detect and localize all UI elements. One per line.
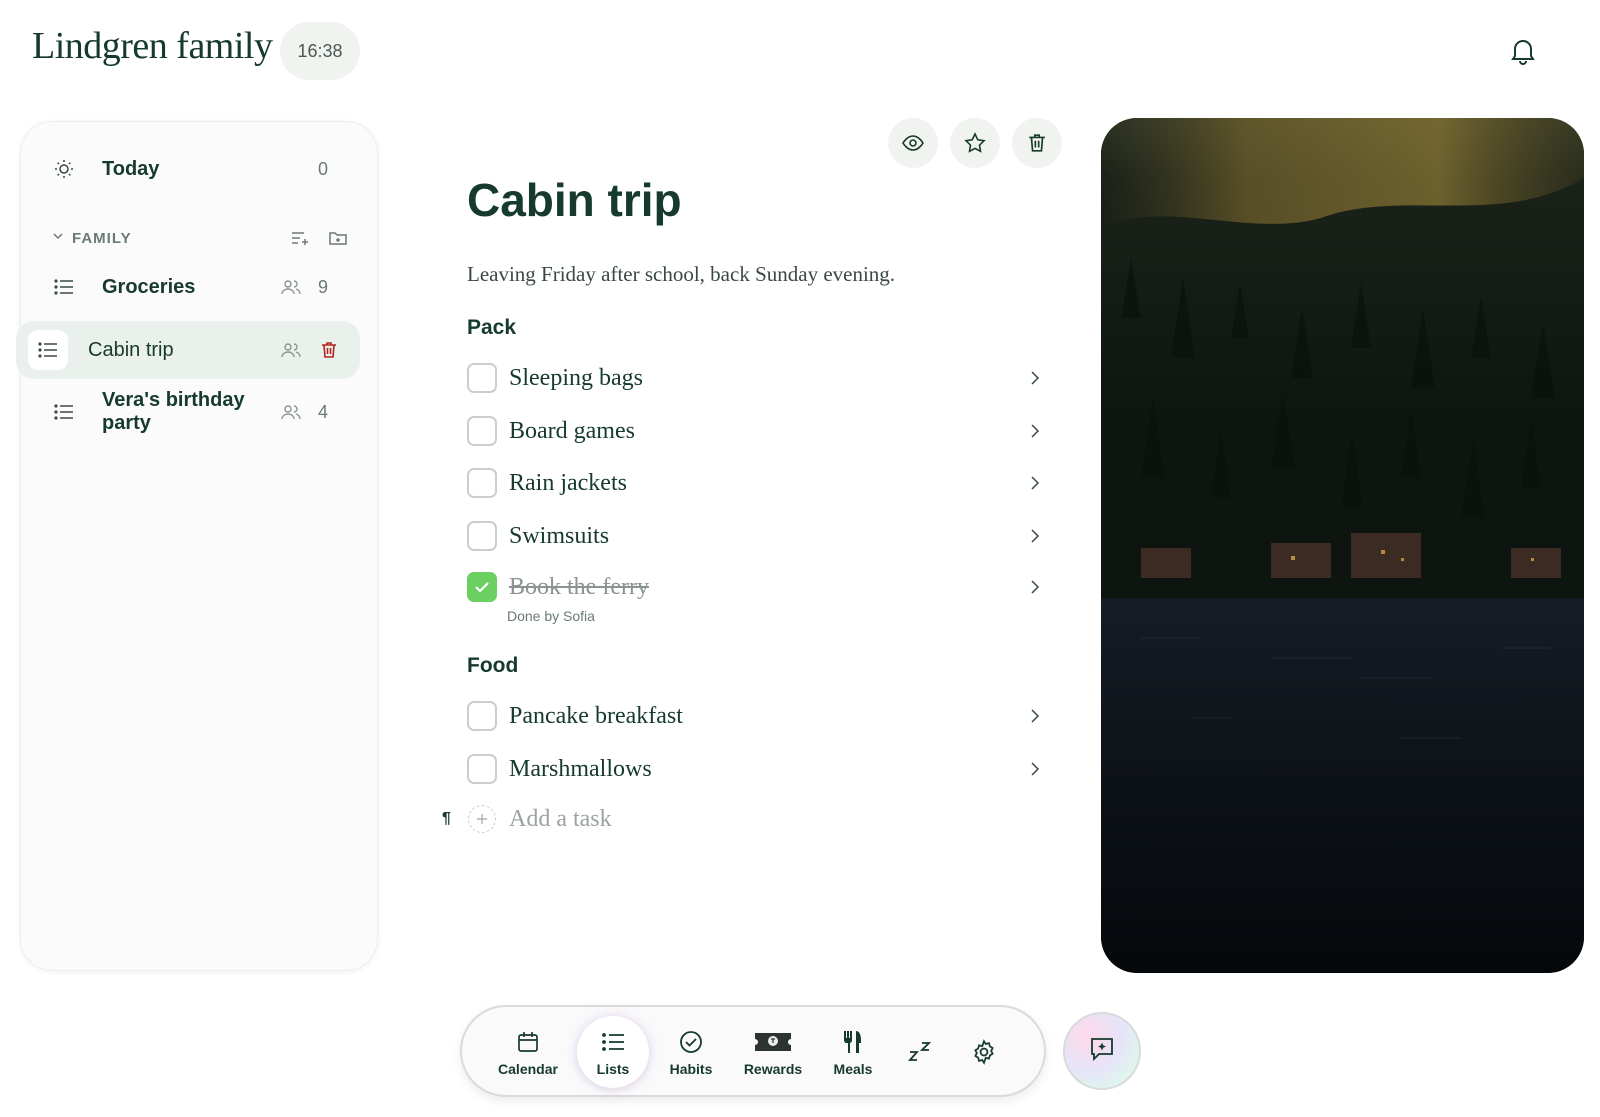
clock: 16:38 [280,22,360,80]
sleep-icon [905,1037,935,1067]
nav-label: Calendar [498,1061,558,1077]
task-item-done[interactable]: Book the ferry [467,565,1067,609]
gear-icon [969,1037,999,1067]
task-item[interactable]: Marshmallows [467,747,1067,791]
list-icon [28,330,68,370]
task-item[interactable]: Board games [467,409,1067,453]
chevron-right-icon[interactable] [1023,524,1047,548]
task-text[interactable]: Swimsuits [509,523,1023,550]
task-text[interactable]: Book the ferry [509,574,1023,601]
add-folder-icon[interactable] [324,225,352,251]
shared-users-icon [278,274,304,300]
task-text[interactable]: Board games [509,418,1023,445]
task-text[interactable]: Sleeping bags [509,365,1023,392]
task-checkbox[interactable] [467,521,497,551]
task-checkbox[interactable] [467,701,497,731]
assistant-button[interactable] [1063,1012,1141,1090]
cover-photo [1101,118,1584,973]
chevron-right-icon[interactable] [1023,419,1047,443]
sidebar-item-count: 9 [317,276,328,297]
nav-sleep[interactable] [898,1017,942,1087]
list-actions [888,118,1062,168]
sun-icon [46,151,82,187]
trash-icon[interactable] [1012,118,1062,168]
add-task-input[interactable]: Add a task [509,806,612,833]
nav-habits[interactable]: Habits [660,1017,722,1087]
sidebar-item-cabin-trip[interactable]: Cabin trip [16,321,360,379]
list-description[interactable]: Leaving Friday after school, back Sunday… [467,262,895,287]
task-item[interactable]: Rain jackets [467,461,1067,505]
sidebar-item-today[interactable]: Today 0 [28,140,344,198]
sparkle-chat-icon [1088,1035,1116,1068]
task-item[interactable]: Sleeping bags [467,356,1067,400]
chevron-right-icon[interactable] [1023,757,1047,781]
task-checkbox[interactable] [467,754,497,784]
task-checkbox[interactable] [467,363,497,393]
section-header-family[interactable]: FAMILY [52,225,352,251]
eye-icon[interactable] [888,118,938,168]
nav-lists[interactable]: Lists [577,1016,649,1088]
plus-icon[interactable] [468,805,496,833]
chevron-right-icon[interactable] [1023,575,1047,599]
nav-rewards[interactable]: Rewards [734,1017,812,1087]
task-text[interactable]: Marshmallows [509,756,1023,783]
nav-label: Lists [596,1061,630,1077]
star-icon[interactable] [950,118,1000,168]
add-task-row[interactable]: ¶ Add a task [442,801,612,837]
calendar-icon [513,1027,543,1057]
nav-meals[interactable]: Meals [824,1017,882,1087]
sidebar-item-veras-birthday[interactable]: Vera's birthday party 4 [28,383,344,441]
section-title-pack: Pack [467,316,517,339]
chevron-down-icon [52,229,64,247]
sidebar-item-label: Today [102,157,160,180]
task-item[interactable]: Pancake breakfast [467,694,1067,738]
utensils-icon [838,1027,868,1057]
add-list-icon[interactable] [286,225,314,251]
pilcrow-icon[interactable]: ¶ [442,810,466,828]
shared-users-icon [278,399,304,425]
sidebar-item-groceries[interactable]: Groceries 9 [28,258,344,316]
sidebar-item-label: Cabin trip [88,338,174,361]
chevron-right-icon[interactable] [1023,704,1047,728]
sidebar-item-label: Vera's birthday party [102,389,245,434]
sidebar-item-count: 4 [317,401,328,422]
sidebar-item-count: 0 [317,158,328,179]
checkmark-icon [475,582,489,593]
chevron-right-icon[interactable] [1023,471,1047,495]
task-checkbox[interactable] [467,468,497,498]
section-label: FAMILY [72,229,132,247]
section-title-food: Food [467,654,519,677]
task-completed-by: Done by Sofia [507,608,595,624]
list-icon [598,1027,628,1057]
nav-settings[interactable] [962,1017,1006,1087]
app-title: Lindgren family [32,25,273,67]
list-icon [46,269,82,305]
nav-label: Rewards [743,1061,803,1077]
nav-label: Meals [833,1061,873,1077]
task-checkbox[interactable] [467,416,497,446]
bell-icon[interactable] [1506,34,1540,68]
task-item[interactable]: Swimsuits [467,514,1067,558]
list-title[interactable]: Cabin trip [467,173,682,227]
shared-users-icon [278,337,304,363]
sidebar-item-label: Groceries [102,275,196,298]
bottom-nav: Calendar Lists Habits Rewards Meals [460,1005,1046,1097]
nav-label: Habits [669,1061,713,1077]
list-icon [46,394,82,430]
chevron-right-icon[interactable] [1023,366,1047,390]
ticket-icon [751,1027,795,1057]
trash-icon[interactable] [316,337,342,363]
task-checkbox-checked[interactable] [467,572,497,602]
task-text[interactable]: Pancake breakfast [509,703,1023,730]
check-circle-icon [676,1027,706,1057]
task-text[interactable]: Rain jackets [509,470,1023,497]
nav-calendar[interactable]: Calendar [490,1017,566,1087]
